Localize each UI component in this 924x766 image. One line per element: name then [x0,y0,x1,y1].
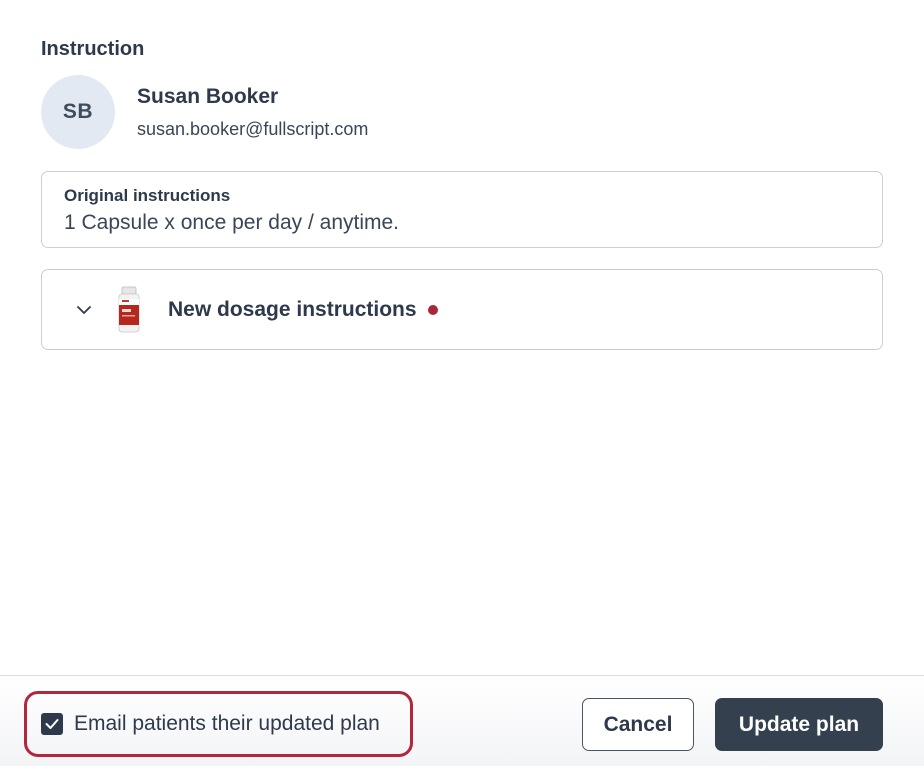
product-bottle-icon [114,285,144,335]
dosage-label: New dosage instructions [168,297,417,321]
dosage-accordion[interactable]: New dosage instructions [41,269,883,350]
patient-name: Susan Booker [137,85,279,108]
original-instructions-label: Original instructions [64,186,231,205]
patient-info: Susan Booker susan.booker@fullscript.com [137,84,368,140]
instruction-modal: Instruction SB Susan Booker susan.booker… [0,0,924,766]
required-indicator [427,304,438,315]
cancel-button[interactable]: Cancel [582,698,694,751]
modal-footer: Email patients their updated plan Cancel… [0,675,924,766]
original-instructions-box: Original instructions 1 Capsule x once p… [41,171,883,248]
chevron-down-icon[interactable] [72,298,96,322]
update-plan-button[interactable]: Update plan [715,698,883,751]
section-title: Instruction [41,38,145,60]
checkbox-checked-icon[interactable] [41,713,63,735]
patient-email: susan.booker@fullscript.com [137,119,369,139]
email-option-label: Email patients their updated plan [74,712,380,735]
email-patients-checkbox[interactable]: Email patients their updated plan [24,691,413,757]
original-instructions-text: 1 Capsule x once per day / anytime. [64,211,400,234]
avatar: SB [41,75,115,149]
patient-card: SB Susan Booker susan.booker@fullscript.… [41,75,368,149]
